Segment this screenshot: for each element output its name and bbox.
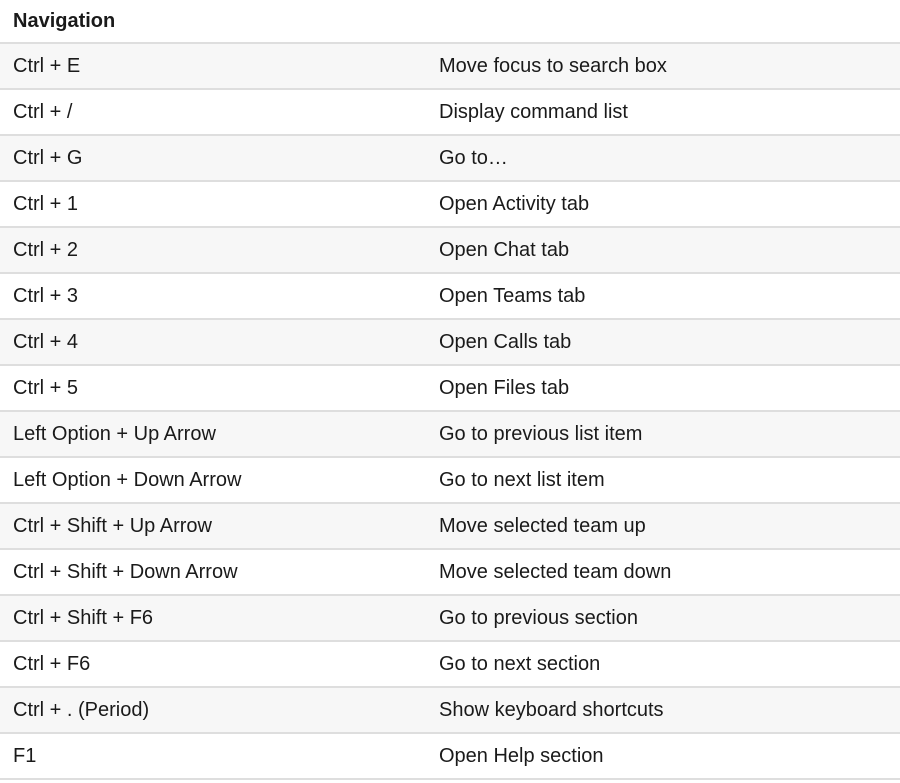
- table-row: Ctrl + Shift + Up Arrow Move selected tea…: [0, 504, 900, 550]
- shortcut-keys: Ctrl + Shift + Up Arrow: [13, 515, 212, 537]
- table-row: Ctrl + Shift + Down Arrow Move selected t…: [0, 550, 900, 596]
- table-row: Ctrl + 3 Open Teams tab: [0, 274, 900, 320]
- shortcut-action: Go to next section: [439, 653, 601, 675]
- shortcut-keys: Ctrl + 1: [13, 193, 79, 215]
- table-row: Left Option + Down Arrow Go to next list …: [0, 458, 900, 504]
- table-row: Ctrl + 2 Open Chat tab: [0, 228, 900, 274]
- shortcut-action: Move selected team down: [439, 561, 672, 583]
- table-row: Ctrl + 4 Open Calls tab: [0, 320, 900, 366]
- table-row: Left Option + Up Arrow Go to previous lis…: [0, 412, 900, 458]
- table-row: Ctrl + 5 Open Files tab: [0, 366, 900, 412]
- shortcut-keys: Ctrl + G: [13, 147, 83, 169]
- shortcut-keys: Ctrl + 3: [13, 285, 79, 307]
- table-row: Ctrl + E Move focus to search box: [0, 44, 900, 90]
- table-row: Ctrl + 1 Open Activity tab: [0, 182, 900, 228]
- shortcut-action: Go to previous list item: [439, 423, 643, 445]
- shortcut-action: Display command list: [439, 101, 628, 123]
- shortcut-keys: Ctrl + /: [13, 101, 73, 123]
- shortcut-action: Move selected team up: [439, 515, 646, 537]
- shortcut-action: Open Files tab: [439, 377, 570, 399]
- shortcut-keys: Ctrl + F6: [13, 653, 91, 675]
- shortcut-action: Go to previous section: [439, 607, 638, 629]
- table-row: Ctrl + G Go to…: [0, 136, 900, 182]
- section-title: Navigation: [0, 0, 900, 44]
- shortcut-keys: Left Option + Down Arrow: [13, 469, 242, 491]
- shortcut-action: Open Chat tab: [439, 239, 570, 261]
- table-row: Ctrl + F6 Go to next section: [0, 642, 900, 688]
- table-row: Ctrl + . (Period) Show keyboard shortcuts: [0, 688, 900, 734]
- shortcut-keys: Ctrl + 4: [13, 331, 79, 353]
- table-row: Ctrl + / Display command list: [0, 90, 900, 136]
- shortcut-action: Open Calls tab: [439, 331, 572, 353]
- shortcut-action: Open Help section: [439, 745, 604, 767]
- shortcut-action: Show keyboard shortcuts: [439, 699, 664, 721]
- shortcut-action: Move focus to search box: [439, 55, 667, 77]
- shortcut-action: Go to next list item: [439, 469, 605, 491]
- shortcut-keys: Ctrl + Shift + F6: [13, 607, 154, 629]
- shortcut-keys: Ctrl + 2: [13, 239, 79, 261]
- shortcut-keys: Ctrl + E: [13, 55, 81, 77]
- shortcuts-table: Ctrl + E Move focus to search box Ctrl + /…: [0, 44, 900, 780]
- shortcut-keys: Ctrl + . (Period): [13, 699, 150, 721]
- shortcut-keys: Ctrl + 5: [13, 377, 79, 399]
- shortcut-keys: Left Option + Up Arrow: [13, 423, 216, 445]
- shortcut-action: Open Teams tab: [439, 285, 586, 307]
- table-row: F1 Open Help section: [0, 734, 900, 780]
- shortcut-keys: Ctrl + Shift + Down Arrow: [13, 561, 238, 583]
- shortcut-keys: F1: [13, 745, 37, 767]
- table-row: Ctrl + Shift + F6 Go to previous section: [0, 596, 900, 642]
- shortcut-action: Open Activity tab: [439, 193, 590, 215]
- shortcut-action: Go to…: [439, 147, 508, 169]
